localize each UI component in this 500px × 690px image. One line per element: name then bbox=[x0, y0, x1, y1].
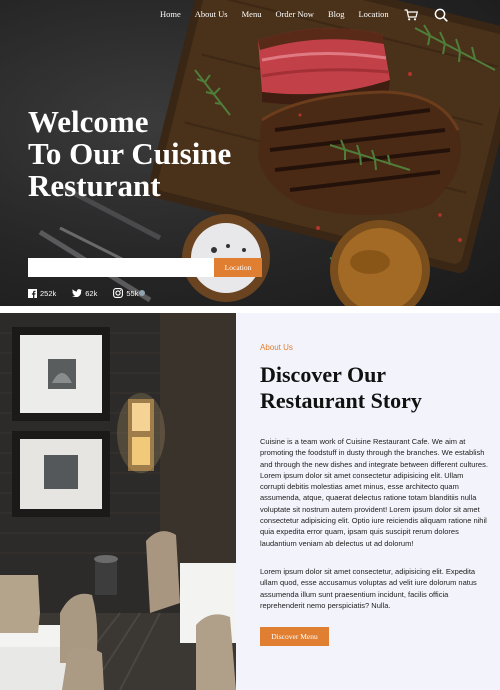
facebook-count: 252k bbox=[40, 288, 57, 298]
nav-links: Home About Us Menu Order Now Blog Locati… bbox=[160, 9, 403, 19]
top-navbar: Home About Us Menu Order Now Blog Locati… bbox=[0, 0, 500, 28]
social-instagram[interactable]: 55k bbox=[113, 288, 146, 298]
story-panel: About Us Discover Our Restaurant Story C… bbox=[236, 313, 500, 690]
story-paragraph-2: Lorem ipsum dolor sit amet consectetur, … bbox=[260, 567, 477, 610]
location-button[interactable]: Location bbox=[214, 258, 262, 277]
hero-section: Home About Us Menu Order Now Blog Locati… bbox=[0, 0, 500, 306]
story-paragraph-1: Cuisine is a team work of Cuisine Restau… bbox=[260, 437, 488, 548]
section-eyebrow: About Us bbox=[260, 343, 293, 352]
cart-icon[interactable] bbox=[404, 9, 418, 21]
location-form: Location bbox=[28, 258, 262, 277]
story-title-line-1: Discover Our bbox=[260, 362, 387, 387]
instagram-count: 55k bbox=[126, 288, 139, 298]
story-title-line-2: Restaurant Story bbox=[260, 388, 422, 413]
status-dot bbox=[139, 290, 146, 296]
nav-link-blog[interactable]: Blog bbox=[328, 9, 345, 19]
hero-title-line-3: Resturant bbox=[28, 168, 161, 203]
social-facebook[interactable]: 252k bbox=[28, 288, 57, 298]
social-twitter[interactable]: 62k bbox=[72, 289, 97, 298]
story-title: Discover Our Restaurant Story bbox=[260, 362, 490, 414]
facebook-icon bbox=[28, 288, 37, 298]
nav-link-menu[interactable]: Menu bbox=[242, 9, 262, 19]
nav-link-about-us[interactable]: About Us bbox=[195, 9, 228, 19]
hero-title-line-1: Welcome bbox=[28, 104, 149, 139]
nav-link-order-now[interactable]: Order Now bbox=[275, 9, 313, 19]
hero-title: Welcome To Our Cuisine Resturant bbox=[28, 106, 308, 202]
restaurant-interior-image bbox=[0, 313, 236, 690]
nav-link-location[interactable]: Location bbox=[358, 9, 388, 19]
hero-title-line-2: To Our Cuisine bbox=[28, 136, 232, 171]
social-stats: 252k 62k 55k bbox=[28, 288, 161, 298]
location-input[interactable] bbox=[28, 258, 214, 277]
search-icon[interactable] bbox=[434, 8, 448, 22]
twitter-icon bbox=[72, 289, 83, 297]
about-section: About Us Discover Our Restaurant Story C… bbox=[0, 313, 500, 690]
instagram-icon bbox=[113, 288, 124, 298]
discover-menu-button[interactable]: Discover Menu bbox=[260, 627, 329, 646]
nav-link-home[interactable]: Home bbox=[160, 9, 181, 19]
twitter-count: 62k bbox=[85, 288, 98, 298]
